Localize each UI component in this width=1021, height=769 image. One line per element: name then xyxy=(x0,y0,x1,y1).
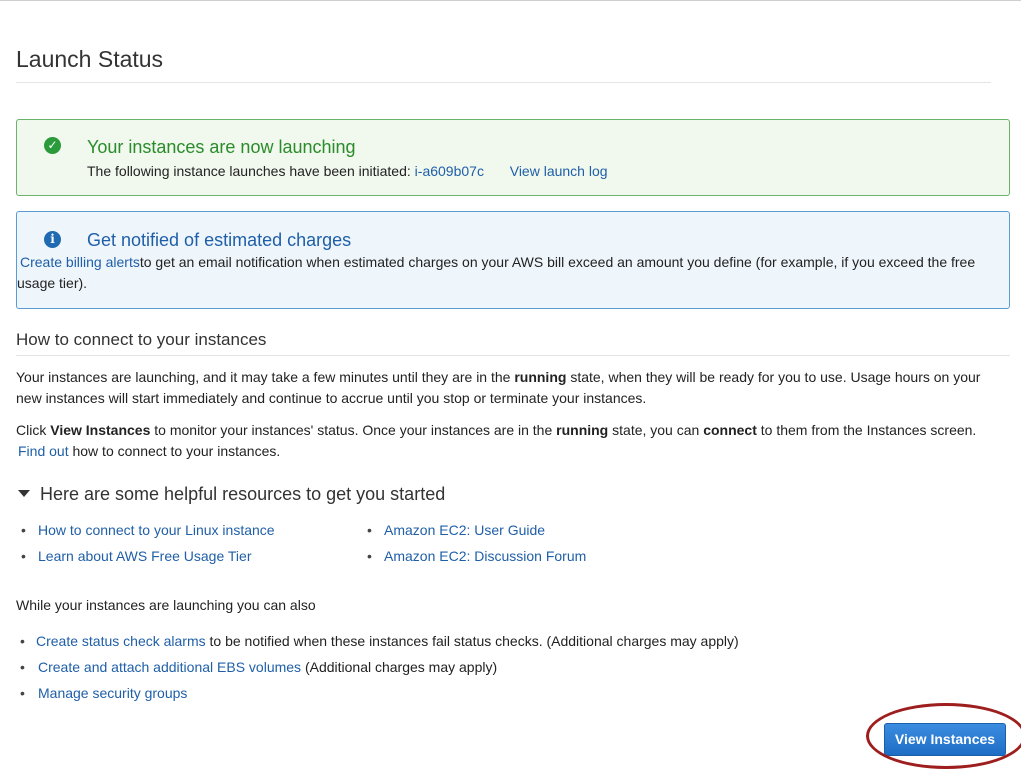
also-intro: While your instances are launching you c… xyxy=(16,597,316,613)
connect-heading: How to connect to your instances xyxy=(16,330,267,349)
title-divider xyxy=(16,82,991,83)
caret-down-icon xyxy=(18,489,30,497)
resources-toggle[interactable]: Here are some helpful resources to get y… xyxy=(18,484,445,505)
list-item: Create status check alarms to be notifie… xyxy=(16,631,739,657)
connect-label: connect xyxy=(703,422,757,438)
view-instances-label: View Instances xyxy=(50,422,151,438)
text: state, you can xyxy=(608,422,704,438)
list-item: Amazon EC2: Discussion Forum xyxy=(362,546,586,572)
connect-divider xyxy=(16,355,1010,356)
list-item: Create and attach additional EBS volumes… xyxy=(16,657,739,683)
free-usage-tier-link[interactable]: Learn about AWS Free Usage Tier xyxy=(38,548,251,564)
create-ebs-volumes-link[interactable]: Create and attach additional EBS volumes xyxy=(38,659,301,675)
info-circle-icon: i xyxy=(44,231,61,248)
check-circle-icon: ✓ xyxy=(44,137,61,154)
manage-security-groups-link[interactable]: Manage security groups xyxy=(38,685,187,701)
resources-list-right: Amazon EC2: User Guide Amazon EC2: Discu… xyxy=(362,520,586,572)
text: Your instances are launching, and it may… xyxy=(16,369,515,385)
also-list: Create status check alarms to be notifie… xyxy=(16,631,739,709)
list-item: Manage security groups xyxy=(16,683,739,709)
instance-id-link[interactable]: i-a609b07c xyxy=(415,163,484,179)
billing-alert-body: Create billing alertsto get an email not… xyxy=(17,252,989,294)
connect-paragraph-2: Click View Instances to monitor your ins… xyxy=(16,420,1001,462)
find-out-link[interactable]: Find out xyxy=(18,443,69,459)
resources-heading: Here are some helpful resources to get y… xyxy=(40,484,446,504)
text: to them from the Instances screen. xyxy=(756,422,977,438)
success-alert-text: The following instance launches have bee… xyxy=(87,163,411,179)
ec2-discussion-forum-link[interactable]: Amazon EC2: Discussion Forum xyxy=(384,548,586,564)
text: Click xyxy=(16,422,51,438)
create-billing-alerts-link[interactable]: Create billing alerts xyxy=(20,254,140,270)
linux-connect-guide-link[interactable]: How to connect to your Linux instance xyxy=(38,522,275,538)
success-alert: ✓ Your instances are now launching The f… xyxy=(16,119,1010,196)
list-item: How to connect to your Linux instance xyxy=(16,520,275,546)
text: (Additional charges may apply) xyxy=(304,659,498,675)
billing-alert-text: to get an email notification when estima… xyxy=(17,254,976,291)
billing-info-alert: i Get notified of estimated charges Crea… xyxy=(16,211,1010,309)
top-border xyxy=(0,0,1021,1)
text: to be notified when these instances fail… xyxy=(209,633,739,649)
running-state-label: running xyxy=(556,422,609,438)
running-state-label: running xyxy=(514,369,567,385)
success-alert-title: Your instances are now launching xyxy=(87,137,356,157)
billing-alert-title: Get notified of estimated charges xyxy=(87,230,352,250)
list-item: Amazon EC2: User Guide xyxy=(362,520,586,546)
view-instances-button[interactable]: View Instances xyxy=(884,723,1006,756)
text: to monitor your instances' status. Once … xyxy=(150,422,557,438)
text: how to connect to your instances. xyxy=(72,443,281,459)
view-launch-log-link[interactable]: View launch log xyxy=(510,163,608,179)
resources-list-left: How to connect to your Linux instance Le… xyxy=(16,520,275,572)
page-title: Launch Status xyxy=(16,46,164,72)
ec2-user-guide-link[interactable]: Amazon EC2: User Guide xyxy=(384,522,545,538)
list-item: Learn about AWS Free Usage Tier xyxy=(16,546,275,572)
connect-paragraph-1: Your instances are launching, and it may… xyxy=(16,367,1001,409)
success-alert-body: The following instance launches have bee… xyxy=(87,161,989,182)
create-status-check-alarms-link[interactable]: Create status check alarms xyxy=(36,633,206,649)
